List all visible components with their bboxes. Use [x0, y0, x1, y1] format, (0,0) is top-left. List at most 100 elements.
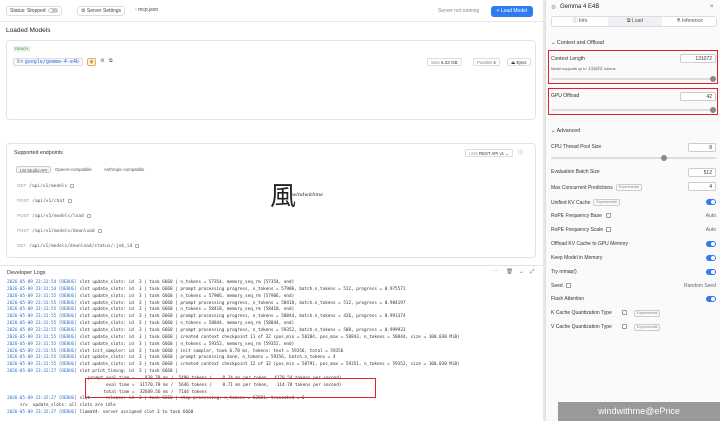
- lm-studio-window: Status: Stopped ⚙ Server Settings ▫ mcp.…: [0, 0, 720, 421]
- endpoint-path: /api/v1/models: [29, 184, 68, 189]
- endpoint-method: POST: [17, 198, 30, 203]
- flash-attention-label: Flash Attention: [551, 296, 585, 302]
- copy-icon[interactable]: [70, 183, 75, 188]
- status-switch[interactable]: [47, 8, 58, 14]
- endpoint-method: POST: [17, 228, 30, 233]
- collapse-icon[interactable]: ⌄: [519, 269, 524, 275]
- log-timestamp: 2026-05-09 23:31:54: [7, 286, 57, 292]
- load-model-button[interactable]: + Load Model: [490, 6, 533, 17]
- advanced-section-header[interactable]: ⌄ Advanced: [551, 128, 580, 134]
- v-quant-label: V Cache Quantization Type: [551, 324, 612, 330]
- log-level: [DEBUG]: [58, 307, 77, 313]
- try-mmap-toggle[interactable]: [706, 269, 716, 275]
- status-toggle[interactable]: Status: Stopped: [6, 6, 62, 16]
- max-concurrent-text: Max Concurrent Predictions: [551, 184, 613, 191]
- log-level: [DEBUG]: [58, 327, 77, 333]
- log-level: [DEBUG]: [58, 396, 77, 402]
- rest-api-selector[interactable]: LMS REST API v1 ⌄: [465, 149, 513, 157]
- log-timestamp: 2026-05-09 23:31:55: [7, 321, 57, 327]
- max-concurrent-input[interactable]: 4: [688, 182, 716, 191]
- endpoint-method: GET: [17, 183, 27, 188]
- endpoint-row: POST/api/v1/chat: [17, 198, 72, 204]
- close-icon[interactable]: ×: [710, 4, 714, 10]
- keep-model-toggle[interactable]: [706, 255, 716, 261]
- endpoint-method: GET: [17, 243, 27, 248]
- tab-inference[interactable]: ⚗ Inference: [663, 17, 716, 26]
- flash-attention-toggle[interactable]: [706, 296, 716, 302]
- log-level: [DEBUG]: [58, 348, 77, 354]
- tab-load[interactable]: ⧉ Load: [608, 17, 662, 26]
- log-line: 2026-05-09 23:32:27 [DEBUG] slot print_t…: [7, 369, 178, 374]
- eval-batch-input[interactable]: 512: [688, 168, 716, 177]
- settings-icon[interactable]: ⚙: [100, 58, 104, 64]
- model-tabs: ⓘ Info ⧉ Load ⚗ Inference: [551, 16, 717, 27]
- eject-label: Eject: [516, 60, 527, 65]
- llm-label: llm: [17, 59, 24, 65]
- endpoint-row: GET/api/v1/models/download/status/:job_i…: [17, 243, 140, 249]
- offload-kv-toggle[interactable]: [706, 241, 716, 247]
- v-quant-checkbox[interactable]: [622, 324, 627, 329]
- log-line: 2026-05-09 23:31:55 [DEBUG] slot update_…: [7, 294, 294, 299]
- log-timestamp: 2026-05-09 23:31:55: [7, 293, 57, 299]
- log-line: 2026-05-09 23:31:54 [DEBUG] slot update_…: [7, 287, 405, 292]
- rope-scale-label: RoPE Frequency Scale: [551, 227, 603, 233]
- k-quant-text: K Cache Quantization Type: [551, 310, 612, 316]
- copy-icon[interactable]: [67, 198, 72, 203]
- copy-icon[interactable]: [86, 213, 91, 218]
- try-mmap-label: Try mmap(): [551, 269, 577, 275]
- log-level: [DEBUG]: [58, 369, 77, 375]
- log-line: 2026-05-09 23:31:55 [DEBUG] slot update_…: [7, 342, 294, 347]
- endpoints-title: Supported endpoints: [14, 150, 63, 156]
- parallel-field[interactable]: Parallel 4: [473, 58, 500, 66]
- log-line: 2026-05-09 23:31:55 [DEBUG] slot update_…: [7, 314, 405, 319]
- endpoint-path: /api/v1/chat: [32, 199, 65, 204]
- tab-info[interactable]: ⓘ Info: [553, 17, 607, 26]
- log-timestamp: 2026-05-09 23:32:27: [7, 369, 57, 375]
- model-id-tag[interactable]: llm google/gemma-4-e4b: [13, 58, 83, 66]
- log-timestamp: 2026-05-09 23:32:27: [7, 410, 57, 416]
- context-section-header[interactable]: ⌄ Context and Offload: [551, 40, 604, 46]
- log-line: 2026-05-09 23:31:55 [DEBUG] slot update_…: [7, 301, 405, 306]
- experimental-badge: Experimental: [593, 199, 620, 206]
- tab-openai-compatible[interactable]: OpenAI-compatible: [52, 166, 95, 173]
- mcp-json-button[interactable]: ▫ mcp.json: [132, 6, 162, 16]
- top-bar: Status: Stopped ⚙ Server Settings ▫ mcp.…: [0, 0, 543, 22]
- log-message: slot update_slots: id 3 | task 6660 | cr…: [79, 362, 460, 368]
- copy-icon[interactable]: [135, 243, 140, 248]
- tab-lm-studio-api[interactable]: LM Studio API: [16, 166, 52, 173]
- cpu-pool-input[interactable]: 8: [688, 143, 716, 152]
- k-quant-checkbox[interactable]: [622, 310, 627, 315]
- unified-kv-toggle[interactable]: [706, 199, 716, 205]
- log-message: srv update_slots: all slots are idle: [20, 403, 116, 409]
- main-pane: Status: Stopped ⚙ Server Settings ▫ mcp.…: [0, 0, 543, 421]
- log-message: slot update_slots: id 3 | task 6660 | cr…: [79, 334, 460, 340]
- copy-icon[interactable]: [97, 228, 102, 233]
- endpoint-path: /api/v1/models/download: [32, 229, 95, 234]
- mcp-json-label: mcp.json: [138, 7, 159, 13]
- log-level: [DEBUG]: [58, 362, 77, 368]
- rope-scale-checkbox[interactable]: [606, 227, 611, 232]
- trash-icon[interactable]: 🗑: [506, 269, 513, 275]
- expand-icon[interactable]: ⤢: [530, 269, 534, 276]
- eye-icon[interactable]: ◉: [87, 58, 96, 66]
- more-icon[interactable]: ⋯: [492, 269, 498, 275]
- cpu-pool-slider[interactable]: [551, 155, 716, 161]
- slider-knob[interactable]: [660, 155, 667, 161]
- copy-icon[interactable]: ⧉: [109, 58, 113, 64]
- server-settings-button[interactable]: ⚙ Server Settings: [77, 6, 126, 16]
- server-settings-label: Server Settings: [86, 8, 122, 14]
- offload-kv-label: Offload KV Cache to GPU Memory: [551, 241, 629, 247]
- log-level: [DEBUG]: [58, 410, 77, 416]
- panel-icon[interactable]: ⚙: [551, 4, 556, 11]
- log-message: slot update_slots: id 3 | task 6660 | n_…: [79, 307, 295, 313]
- context-highlight: [548, 50, 718, 84]
- tab-anthropic-compatible[interactable]: Anthropic-compatible: [101, 166, 147, 173]
- log-level: [DEBUG]: [58, 286, 77, 292]
- log-message: slot update_slots: id 3 | task 6660 | pr…: [79, 327, 406, 333]
- info-icon[interactable]: ⓘ: [518, 149, 523, 156]
- eject-button[interactable]: ⏏ Eject: [507, 58, 531, 66]
- seed-checkbox[interactable]: [566, 283, 571, 288]
- parallel-label: Parallel: [477, 60, 493, 65]
- rope-base-checkbox[interactable]: [606, 213, 611, 218]
- log-line: 2026-05-09 23:31:55 [DEBUG] slot update_…: [7, 307, 294, 312]
